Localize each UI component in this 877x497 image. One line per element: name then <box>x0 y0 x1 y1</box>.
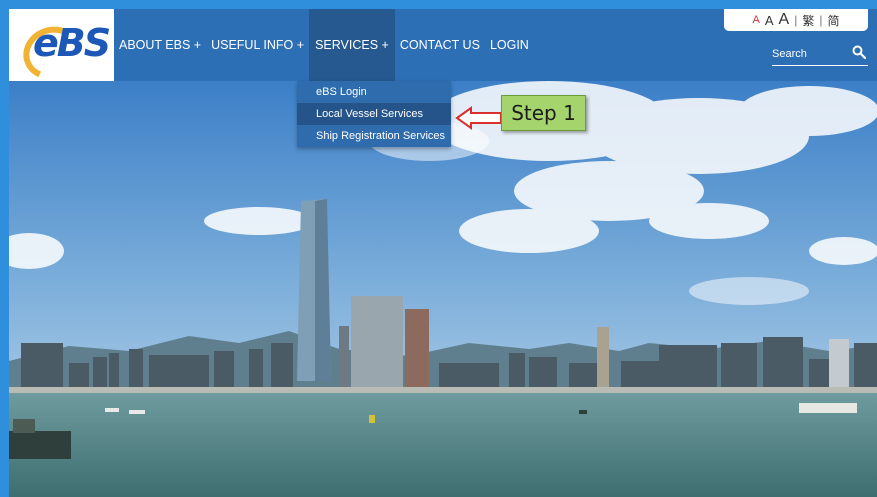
language-simplified-chinese[interactable]: 简 <box>827 12 839 29</box>
separator: | <box>819 13 823 27</box>
font-size-small-button[interactable]: A <box>753 14 760 26</box>
font-size-medium-button[interactable]: A <box>765 13 774 28</box>
language-traditional-chinese[interactable]: 繁 <box>802 12 814 29</box>
logo-text: eBS <box>33 21 111 65</box>
site-header: eBS ABOUT EBS + USEFUL INFO + SERVICES +… <box>9 9 877 88</box>
nav-contact-us[interactable]: CONTACT US <box>395 9 485 81</box>
main-nav: ABOUT EBS + USEFUL INFO + SERVICES + CON… <box>114 9 534 81</box>
nav-services[interactable]: SERVICES + <box>309 9 395 81</box>
font-size-large-button[interactable]: A <box>779 11 790 29</box>
separator: | <box>794 13 798 27</box>
nav-useful-info[interactable]: USEFUL INFO + <box>206 9 309 81</box>
search-box <box>772 43 868 66</box>
menu-item-ship-registration-services[interactable]: Ship Registration Services <box>297 125 451 147</box>
font-size-language-bar: A A A | 繁 | 简 <box>724 9 868 31</box>
nav-about-ebs[interactable]: ABOUT EBS + <box>114 9 206 81</box>
menu-item-ebs-login[interactable]: eBS Login <box>297 81 451 103</box>
step-1-label: Step 1 <box>501 95 586 131</box>
ebs-logo[interactable]: eBS <box>9 9 114 88</box>
search-icon[interactable] <box>852 45 866 59</box>
page-frame: eBS ABOUT EBS + USEFUL INFO + SERVICES +… <box>9 9 877 497</box>
menu-item-local-vessel-services[interactable]: Local Vessel Services <box>297 103 451 125</box>
search-input[interactable] <box>772 45 842 63</box>
step-arrow-icon <box>455 106 502 130</box>
services-dropdown-menu: eBS Login Local Vessel Services Ship Reg… <box>297 81 451 147</box>
nav-login[interactable]: LOGIN <box>485 9 534 81</box>
